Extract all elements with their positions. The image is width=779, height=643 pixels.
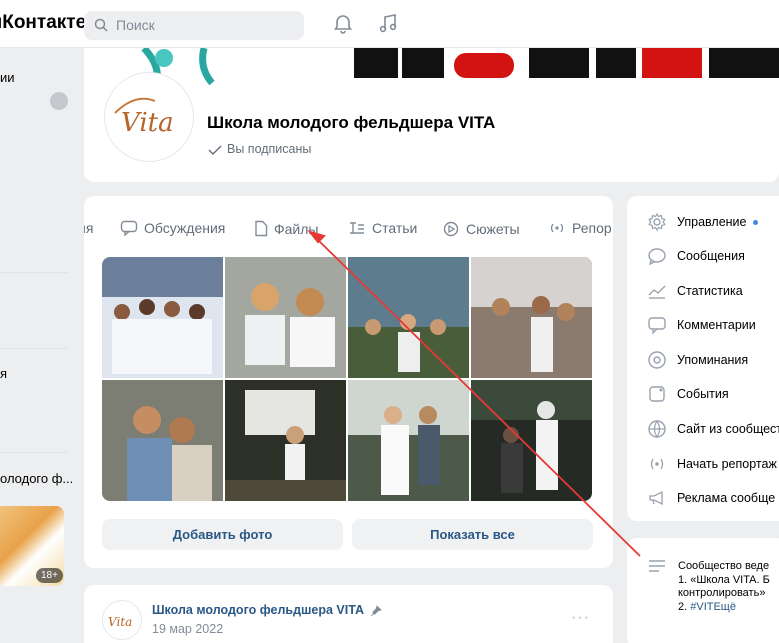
tab-articles[interactable]: Статьи [348, 220, 417, 236]
menu-item-broadcast[interactable]: Начать репортаж [647, 452, 777, 476]
globe-icon [648, 420, 666, 439]
pin-icon [370, 604, 382, 616]
check-icon [208, 145, 222, 155]
left-item[interactable]: олодого ф... [0, 471, 73, 486]
photo-thumbnail[interactable] [471, 380, 592, 501]
group-title: Школа молодого фельдшера VITA [207, 113, 496, 132]
vita-logo-icon: Vita [108, 615, 132, 629]
vita-logo-icon: Vita [114, 97, 174, 138]
article-icon [350, 222, 364, 234]
broadcast-icon [650, 458, 664, 470]
divider [0, 452, 68, 453]
menu-item-ads[interactable]: Реклама сообще [647, 486, 775, 510]
photo-grid [102, 257, 594, 501]
photo-thumbnail[interactable] [348, 380, 469, 501]
post-avatar[interactable]: Vita [102, 600, 142, 640]
add-photo-button[interactable]: Добавить фото [102, 519, 343, 550]
list-icon [649, 560, 665, 572]
megaphone-icon [649, 490, 663, 506]
tab-files[interactable]: Файлы [254, 220, 318, 237]
photo-thumbnail[interactable] [348, 257, 469, 378]
tab-partial[interactable]: ия [84, 220, 93, 236]
svg-text:Vita: Vita [108, 615, 132, 629]
gear-icon [648, 212, 666, 232]
management-menu: Управление Сообщения Статистика Коммента… [627, 196, 779, 521]
tab-stories[interactable]: Сюжеты [442, 220, 520, 237]
subscribed-label: Вы подписаны [227, 142, 312, 156]
subscribed-status[interactable]: Вы подписаны [208, 142, 311, 156]
discussion-icon [120, 220, 138, 236]
comment-icon [648, 317, 666, 335]
post-date[interactable]: 19 мар 2022 [152, 622, 223, 636]
message-icon [648, 248, 666, 266]
tab-discussions[interactable]: Обсуждения [120, 220, 225, 236]
menu-item-stats[interactable]: Статистика [647, 279, 743, 303]
tab-reports[interactable]: Репор [548, 220, 612, 236]
menu-item-manage[interactable]: Управление [647, 210, 758, 234]
at-icon [648, 351, 666, 369]
menu-item-events[interactable]: События [647, 382, 729, 406]
photo-thumbnail[interactable] [102, 257, 223, 378]
photo-thumbnail[interactable] [225, 257, 346, 378]
group-avatar[interactable]: Vita [104, 72, 194, 162]
description-text: Сообщество веде 1. «Школа VITA. Б контро… [678, 560, 770, 613]
svg-text:Vita: Vita [121, 108, 174, 138]
left-item[interactable]: ии [0, 70, 15, 85]
top-bar: ыКонтакте Поиск [0, 0, 779, 48]
show-all-button[interactable]: Показать все [352, 519, 593, 550]
post-author[interactable]: Школа молодого фельдшера VITA [152, 603, 382, 617]
age-badge: 18+ [36, 568, 63, 583]
music-icon[interactable] [377, 12, 399, 34]
hashtag-link[interactable]: #VITEщё [690, 601, 736, 613]
post-card: Vita Школа молодого фельдшера VITA 19 ма… [84, 585, 613, 643]
event-icon [649, 386, 665, 402]
content-tabs-card: ия Обсуждения Файлы Статьи Сюжеты Репор … [84, 196, 613, 568]
story-icon [443, 221, 459, 237]
left-item[interactable]: я [0, 366, 7, 381]
post-more-button[interactable]: ··· [571, 609, 590, 627]
photo-thumbnail[interactable] [225, 380, 346, 501]
divider [0, 348, 68, 349]
bell-icon[interactable] [332, 12, 354, 34]
menu-item-messages[interactable]: Сообщения [647, 244, 745, 268]
search-placeholder: Поиск [116, 17, 155, 33]
left-sidebar: ии я олодого ф... 18+ [0, 48, 78, 643]
photo-thumbnail[interactable] [102, 380, 223, 501]
search-icon [94, 18, 108, 32]
menu-item-mentions[interactable]: Упоминания [647, 348, 748, 372]
left-badge-icon [50, 92, 68, 110]
broadcast-icon [550, 223, 564, 233]
search-input[interactable]: Поиск [84, 11, 304, 40]
community-description: Сообщество веде 1. «Школа VITA. Б контро… [627, 538, 779, 643]
menu-item-comments[interactable]: Комментарии [647, 313, 756, 337]
file-icon [255, 220, 268, 237]
notification-dot [752, 219, 758, 225]
menu-item-site[interactable]: Сайт из сообщест [647, 417, 779, 441]
chart-icon [648, 285, 666, 299]
divider [0, 272, 68, 273]
photo-thumbnail[interactable] [471, 257, 592, 378]
